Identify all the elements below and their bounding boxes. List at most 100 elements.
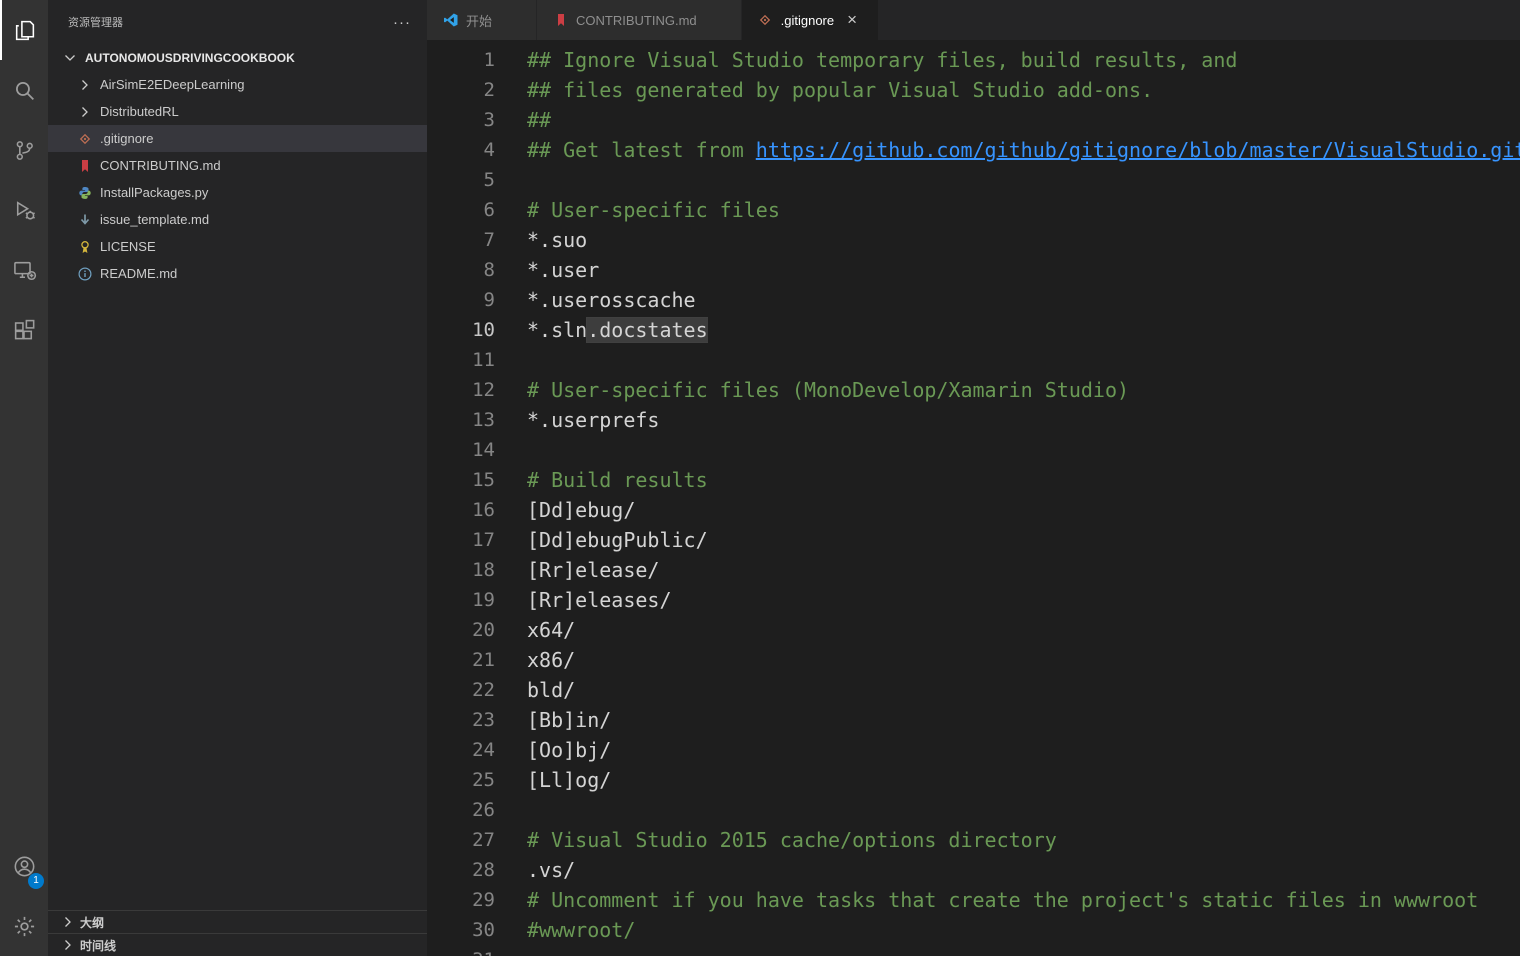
code-line-18[interactable]: 18[Rr]elease/ <box>427 555 1520 585</box>
code-line-1[interactable]: 1## Ignore Visual Studio temporary files… <box>427 45 1520 75</box>
line-number[interactable]: 7 <box>427 225 495 255</box>
line-number[interactable]: 2 <box>427 75 495 105</box>
code-line-16[interactable]: 16[Dd]ebug/ <box>427 495 1520 525</box>
sidebar-panels: 大纲时间线 <box>48 910 427 956</box>
tree-item[interactable]: .gitignore <box>48 125 427 152</box>
code-line-10[interactable]: 10*.sln.docstates <box>427 315 1520 345</box>
token-link: https://github.com/github/gitignore/blob… <box>756 138 1520 162</box>
line-number[interactable]: 6 <box>427 195 495 225</box>
activity-account-button[interactable]: 1 <box>0 836 48 896</box>
line-number[interactable]: 15 <box>427 465 495 495</box>
tab-welcome[interactable]: 开始× <box>427 0 537 40</box>
code-line-31[interactable]: 31 <box>427 945 1520 956</box>
editor-code-area[interactable]: 1## Ignore Visual Studio temporary files… <box>427 40 1520 956</box>
activity-source-control-button[interactable] <box>0 120 48 180</box>
line-number[interactable]: 20 <box>427 615 495 645</box>
code-line-15[interactable]: 15# Build results <box>427 465 1520 495</box>
code-line-8[interactable]: 8*.user <box>427 255 1520 285</box>
token-text: .vs/ <box>527 858 575 882</box>
tree-item[interactable]: InstallPackages.py <box>48 179 427 206</box>
code-line-3[interactable]: 3## <box>427 105 1520 135</box>
line-number[interactable]: 1 <box>427 45 495 75</box>
more-actions-icon[interactable]: ··· <box>393 14 411 31</box>
code-line-29[interactable]: 29# Uncomment if you have tasks that cre… <box>427 885 1520 915</box>
line-number[interactable]: 8 <box>427 255 495 285</box>
token-text: [Rr]eleases/ <box>527 588 672 612</box>
line-number[interactable]: 29 <box>427 885 495 915</box>
activity-extensions-button[interactable] <box>0 300 48 360</box>
code-line-27[interactable]: 27# Visual Studio 2015 cache/options dir… <box>427 825 1520 855</box>
activity-explorer-button[interactable] <box>0 0 48 60</box>
code-line-25[interactable]: 25[Ll]og/ <box>427 765 1520 795</box>
line-number[interactable]: 14 <box>427 435 495 465</box>
close-icon[interactable]: × <box>841 10 863 30</box>
code-line-13[interactable]: 13*.userprefs <box>427 405 1520 435</box>
activity-bar-bottom: 1 <box>0 836 48 956</box>
sidebar-panel-timeline[interactable]: 时间线 <box>48 933 427 956</box>
code-line-9[interactable]: 9*.userosscache <box>427 285 1520 315</box>
code-line-30[interactable]: 30#wwwroot/ <box>427 915 1520 945</box>
code-line-5[interactable]: 5 <box>427 165 1520 195</box>
explorer-sidebar: 资源管理器 ··· AUTONOMOUSDRIVINGCOOKBOOKAirSi… <box>48 0 427 956</box>
line-text <box>495 435 527 465</box>
tree-item[interactable]: CONTRIBUTING.md <box>48 152 427 179</box>
code-line-17[interactable]: 17[Dd]ebugPublic/ <box>427 525 1520 555</box>
code-line-20[interactable]: 20x64/ <box>427 615 1520 645</box>
code-line-6[interactable]: 6# User-specific files <box>427 195 1520 225</box>
code-line-28[interactable]: 28 .vs/ <box>427 855 1520 885</box>
activity-bar-top <box>0 0 48 360</box>
line-number[interactable]: 28 <box>427 855 495 885</box>
line-number[interactable]: 11 <box>427 345 495 375</box>
code-line-11[interactable]: 11 <box>427 345 1520 375</box>
code-line-14[interactable]: 14 <box>427 435 1520 465</box>
markdown-red-icon <box>552 12 569 28</box>
line-number[interactable]: 19 <box>427 585 495 615</box>
line-number[interactable]: 5 <box>427 165 495 195</box>
line-number[interactable]: 21 <box>427 645 495 675</box>
chevron-right-icon <box>76 104 93 120</box>
line-number[interactable]: 9 <box>427 285 495 315</box>
tree-item[interactable]: AirSimE2EDeepLearning <box>48 71 427 98</box>
activity-settings-button[interactable] <box>0 896 48 956</box>
tree-item-label: README.md <box>100 266 177 281</box>
line-number[interactable]: 23 <box>427 705 495 735</box>
line-number[interactable]: 16 <box>427 495 495 525</box>
tab-gitignore[interactable]: .gitignore× <box>742 0 879 40</box>
line-number[interactable]: 25 <box>427 765 495 795</box>
line-number[interactable]: 10 <box>427 315 495 345</box>
tree-item[interactable]: LICENSE <box>48 233 427 260</box>
activity-run-debug-button[interactable] <box>0 180 48 240</box>
tree-item[interactable]: README.md <box>48 260 427 287</box>
line-number[interactable]: 3 <box>427 105 495 135</box>
line-number[interactable]: 13 <box>427 405 495 435</box>
chevron-right-icon <box>76 77 93 93</box>
code-line-4[interactable]: 4## Get latest from https://github.com/g… <box>427 135 1520 165</box>
code-line-23[interactable]: 23[Bb]in/ <box>427 705 1520 735</box>
tree-item[interactable]: DistributedRL <box>48 98 427 125</box>
code-line-7[interactable]: 7*.suo <box>427 225 1520 255</box>
code-line-24[interactable]: 24[Oo]bj/ <box>427 735 1520 765</box>
tree-item[interactable]: issue_template.md <box>48 206 427 233</box>
code-line-22[interactable]: 22bld/ <box>427 675 1520 705</box>
tab-contributing-md[interactable]: CONTRIBUTING.md× <box>537 0 742 40</box>
line-number[interactable]: 30 <box>427 915 495 945</box>
activity-remote-explorer-button[interactable] <box>0 240 48 300</box>
sidebar-panel-outline[interactable]: 大纲 <box>48 910 427 933</box>
line-text: *.user <box>495 255 599 285</box>
activity-search-button[interactable] <box>0 60 48 120</box>
line-number[interactable]: 27 <box>427 825 495 855</box>
code-line-26[interactable]: 26 <box>427 795 1520 825</box>
code-line-2[interactable]: 2## files generated by popular Visual St… <box>427 75 1520 105</box>
line-number[interactable]: 24 <box>427 735 495 765</box>
code-line-12[interactable]: 12# User-specific files (MonoDevelop/Xam… <box>427 375 1520 405</box>
line-number[interactable]: 22 <box>427 675 495 705</box>
line-number[interactable]: 18 <box>427 555 495 585</box>
code-line-21[interactable]: 21x86/ <box>427 645 1520 675</box>
line-number[interactable]: 4 <box>427 135 495 165</box>
code-line-19[interactable]: 19 [Rr]eleases/ <box>427 585 1520 615</box>
line-number[interactable]: 26 <box>427 795 495 825</box>
tree-root-folder[interactable]: AUTONOMOUSDRIVINGCOOKBOOK <box>48 44 427 71</box>
line-number[interactable]: 12 <box>427 375 495 405</box>
line-number[interactable]: 31 <box>427 945 495 956</box>
line-number[interactable]: 17 <box>427 525 495 555</box>
